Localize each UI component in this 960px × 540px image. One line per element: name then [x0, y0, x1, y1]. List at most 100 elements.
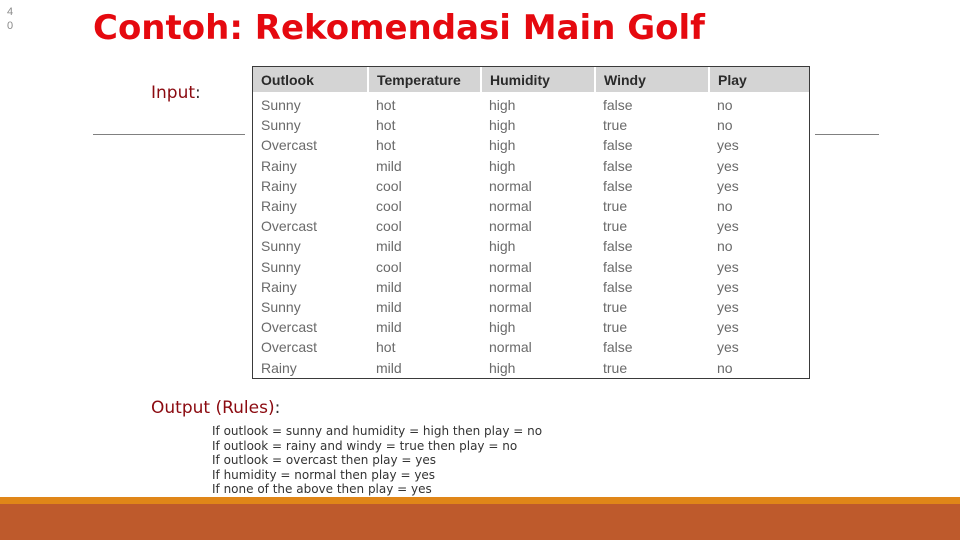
cell-temperature: mild [376, 298, 402, 315]
cell-play: yes [717, 339, 739, 356]
cell-play: yes [717, 319, 739, 336]
cell-humidity: high [489, 319, 516, 336]
cell-play: yes [717, 298, 739, 315]
cell-outlook: Sunny [261, 258, 301, 275]
cell-windy: false [603, 258, 633, 275]
cell-outlook: Overcast [261, 137, 318, 154]
footer-accent-bar [0, 497, 960, 504]
cell-windy: false [603, 177, 633, 194]
table-row: Sunny mild high false no [253, 236, 809, 256]
title-underline-right [815, 134, 879, 135]
cell-windy: false [603, 238, 633, 255]
rules-list: If outlook = sunny and humidity = high t… [212, 424, 542, 497]
cell-temperature: hot [376, 117, 396, 134]
cell-temperature: cool [376, 177, 402, 194]
cell-outlook: Sunny [261, 298, 301, 315]
cell-humidity: normal [489, 218, 532, 235]
cell-play: yes [717, 157, 739, 174]
cell-windy: false [603, 157, 633, 174]
cell-temperature: mild [376, 157, 402, 174]
table-row: Overcast hot high false yes [253, 135, 809, 155]
cell-humidity: normal [489, 339, 532, 356]
table-row: Sunny cool normal false yes [253, 257, 809, 277]
cell-temperature: mild [376, 238, 402, 255]
table-header-row: Outlook Temperature Humidity Windy Play [253, 67, 809, 92]
slide-number: 4 0 [5, 5, 15, 33]
slide-number-digit: 4 [6, 6, 14, 18]
table-row: Overcast mild high true yes [253, 317, 809, 337]
cell-windy: true [603, 117, 628, 134]
cell-play: yes [717, 218, 739, 235]
cell-play: yes [717, 177, 739, 194]
cell-windy: true [603, 298, 628, 315]
cell-humidity: high [489, 238, 516, 255]
table-row: Rainy mild high true no [253, 357, 809, 377]
cell-outlook: Rainy [261, 359, 297, 376]
cell-humidity: high [489, 359, 516, 376]
cell-windy: true [603, 198, 628, 215]
cell-humidity: normal [489, 278, 532, 295]
cell-windy: true [603, 319, 628, 336]
table-row: Sunny hot high true no [253, 115, 809, 135]
cell-temperature: hot [376, 137, 396, 154]
cell-play: no [717, 359, 733, 376]
cell-temperature: hot [376, 339, 396, 356]
cell-humidity: high [489, 97, 516, 114]
cell-play: no [717, 198, 733, 215]
table-body: Sunny hot high false no Sunny hot high true no Ove… [253, 92, 809, 378]
cell-humidity: high [489, 157, 516, 174]
rule-item: If outlook = overcast then play = yes [212, 453, 437, 467]
footer-bar [0, 504, 960, 540]
table-row: Sunny mild normal true yes [253, 297, 809, 317]
cell-outlook: Rainy [261, 278, 297, 295]
table-row: Rainy mild high false yes [253, 156, 809, 176]
cell-play: no [717, 97, 733, 114]
cell-windy: true [603, 218, 628, 235]
cell-play: yes [717, 258, 739, 275]
cell-humidity: normal [489, 258, 532, 275]
input-label-colon: : [195, 83, 201, 103]
cell-humidity: high [489, 117, 516, 134]
cell-play: yes [717, 278, 739, 295]
table-row: Rainy cool normal false yes [253, 176, 809, 196]
cell-humidity: normal [489, 198, 532, 215]
golf-data-table: Outlook Temperature Humidity Windy Play … [252, 66, 810, 379]
cell-windy: false [603, 339, 633, 356]
dataset-table: Outlook Temperature Humidity Windy Play … [253, 67, 809, 378]
table-row: Rainy mild normal false yes [253, 277, 809, 297]
cell-outlook: Rainy [261, 177, 297, 194]
header-windy: Windy [595, 67, 710, 92]
table-row: Rainy cool normal true no [253, 196, 809, 216]
cell-windy: true [603, 359, 628, 376]
cell-temperature: cool [376, 258, 402, 275]
cell-humidity: high [489, 137, 516, 154]
cell-outlook: Sunny [261, 97, 301, 114]
cell-outlook: Sunny [261, 238, 301, 255]
cell-outlook: Overcast [261, 339, 318, 356]
cell-outlook: Sunny [261, 117, 301, 134]
cell-humidity: normal [489, 177, 532, 194]
output-label: Output (Rules): [151, 398, 280, 418]
input-label-text: Input [151, 83, 196, 103]
table-row: Overcast cool normal true yes [253, 216, 809, 236]
cell-temperature: mild [376, 278, 402, 295]
header-outlook: Outlook [253, 67, 369, 92]
cell-play: no [717, 117, 733, 134]
cell-temperature: cool [376, 218, 402, 235]
input-label: Input: [151, 83, 201, 103]
rule-item: If outlook = sunny and humidity = high t… [212, 424, 543, 438]
cell-temperature: cool [376, 198, 402, 215]
cell-outlook: Rainy [261, 157, 297, 174]
table-row: Sunny hot high false no [253, 92, 809, 115]
cell-outlook: Overcast [261, 319, 318, 336]
cell-humidity: normal [489, 298, 532, 315]
cell-temperature: mild [376, 319, 402, 336]
table-row: Overcast hot normal false yes [253, 337, 809, 357]
rule-item: If humidity = normal then play = yes [212, 467, 436, 482]
slide-number-digit: 0 [6, 20, 14, 32]
output-label-paren: (Rules) [215, 398, 275, 418]
output-label-text: Output [151, 398, 211, 418]
title-underline-left [93, 134, 245, 135]
cell-play: yes [717, 137, 739, 154]
header-play: Play [709, 67, 809, 92]
